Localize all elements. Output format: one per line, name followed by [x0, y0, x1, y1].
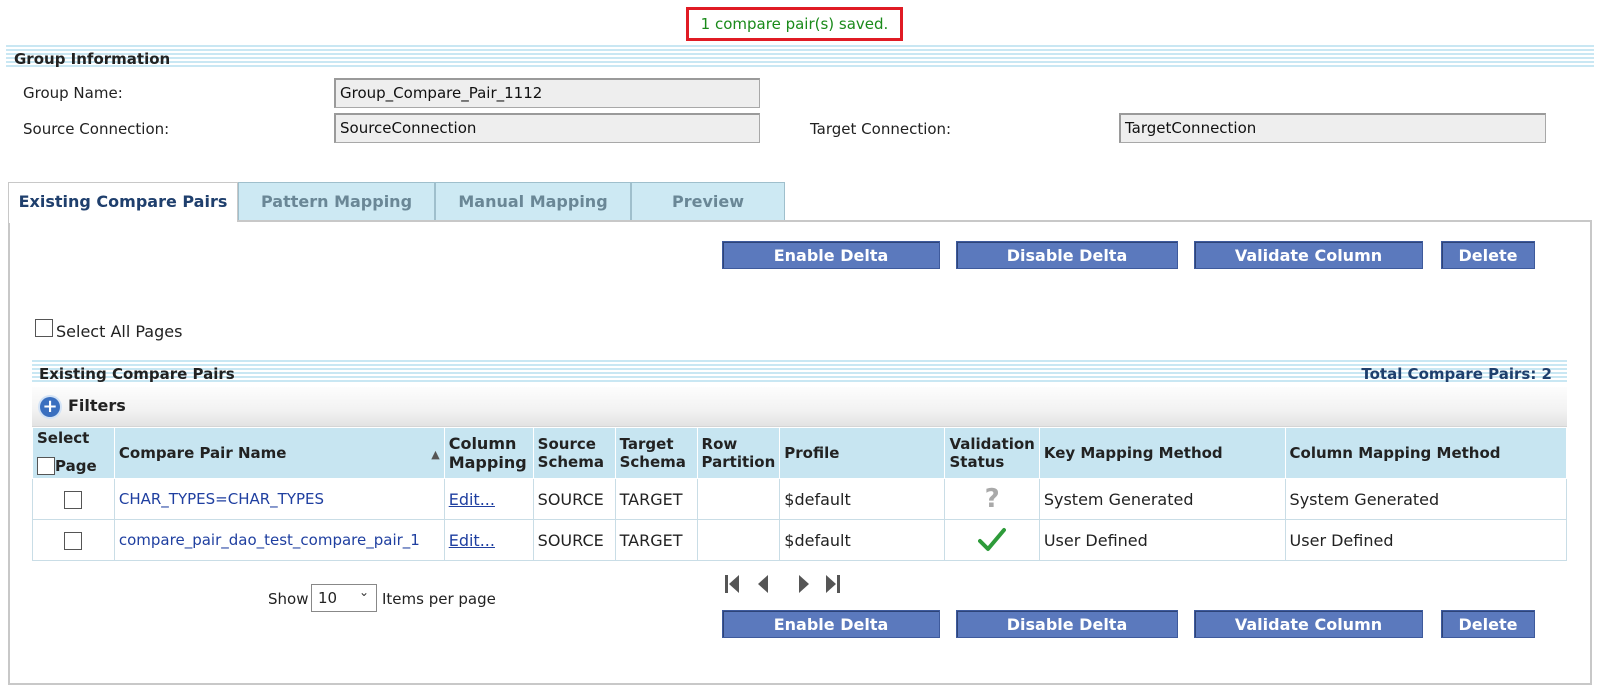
- edit-column-mapping-link[interactable]: Edit...: [449, 490, 495, 509]
- key-mapping-method-cell: User Defined: [1038, 519, 1286, 561]
- delete-button-bottom[interactable]: Delete: [1441, 610, 1535, 638]
- select-column-header: Select Page: [32, 427, 115, 479]
- edit-column-mapping-link[interactable]: Edit...: [449, 531, 495, 550]
- profile-cell: $default: [779, 519, 946, 561]
- compare-pair-name-link[interactable]: CHAR_TYPES=CHAR_TYPES: [113, 478, 445, 520]
- compare-pair-name-link[interactable]: compare_pair_dao_test_compare_pair_1: [113, 519, 445, 561]
- table-header-row: Select Page Compare Pair Name ▲ Column M…: [32, 427, 1568, 479]
- select-all-pages-label: Select All Pages: [56, 322, 183, 341]
- delete-button-top[interactable]: Delete: [1441, 241, 1535, 269]
- show-label: Show: [268, 590, 309, 608]
- group-info-title: Group Information: [14, 50, 171, 68]
- disable-delta-button-top[interactable]: Disable Delta Processing: [956, 241, 1178, 293]
- source-schema-cell: SOURCE: [532, 519, 616, 561]
- group-name-label: Group Name:: [23, 84, 123, 102]
- compare-pairs-header: [32, 360, 1567, 384]
- target-schema-header: Target Schema: [614, 427, 698, 479]
- row-partition-header: Row Partition: [696, 427, 781, 479]
- key-mapping-method-header: Key Mapping Method: [1038, 427, 1286, 479]
- page-header-label: Page: [55, 457, 97, 475]
- question-icon: ?: [984, 484, 1000, 514]
- source-connection-label: Source Connection:: [23, 120, 170, 138]
- next-page-icon[interactable]: [797, 573, 811, 595]
- group-name-field[interactable]: Group_Compare_Pair_1112: [334, 78, 760, 108]
- key-mapping-method-cell: System Generated: [1038, 478, 1286, 520]
- items-per-page-label: Items per page: [382, 590, 496, 608]
- validate-column-mapping-button-bottom[interactable]: Validate Column Mapping: [1194, 610, 1423, 662]
- plus-icon[interactable]: +: [40, 397, 60, 417]
- chevron-down-icon[interactable]: ⌄: [359, 585, 369, 599]
- validation-status-cell: [944, 519, 1040, 561]
- select-all-pages-checkbox[interactable]: [35, 319, 53, 337]
- profile-cell: $default: [779, 478, 946, 520]
- profile-header: Profile: [779, 427, 946, 479]
- save-notification: 1 compare pair(s) saved.: [686, 7, 903, 41]
- target-schema-cell: TARGET: [614, 519, 698, 561]
- row-partition-cell: [696, 478, 781, 520]
- last-page-icon[interactable]: [825, 573, 841, 595]
- target-connection-label: Target Connection:: [810, 120, 952, 138]
- table-row: CHAR_TYPES=CHAR_TYPES Edit... SOURCE TAR…: [32, 478, 1568, 520]
- target-schema-cell: TARGET: [614, 478, 698, 520]
- table-row: compare_pair_dao_test_compare_pair_1 Edi…: [32, 519, 1568, 561]
- source-connection-field[interactable]: SourceConnection: [334, 113, 760, 143]
- compare-pairs-title: Existing Compare Pairs: [39, 365, 235, 383]
- enable-delta-button-top[interactable]: Enable Delta Processing: [722, 241, 940, 293]
- compare-pair-name-header[interactable]: Compare Pair Name ▲: [113, 427, 445, 479]
- first-page-icon[interactable]: [724, 573, 740, 595]
- disable-delta-button-bottom[interactable]: Disable Delta Processing: [956, 610, 1178, 662]
- total-compare-pairs: Total Compare Pairs: 2: [1361, 365, 1552, 383]
- source-schema-cell: SOURCE: [532, 478, 616, 520]
- validation-status-cell: ?: [944, 478, 1040, 520]
- filters-bar[interactable]: [32, 387, 1567, 427]
- validate-column-mapping-button-top[interactable]: Validate Column Mapping: [1194, 241, 1423, 293]
- source-schema-header: Source Schema: [532, 427, 616, 479]
- tab-existing-compare-pairs[interactable]: Existing Compare Pairs: [8, 182, 238, 222]
- column-mapping-header: Column Mapping: [443, 427, 534, 479]
- column-mapping-method-header: Column Mapping Method: [1284, 427, 1568, 479]
- column-mapping-method-cell: System Generated: [1284, 478, 1568, 520]
- tab-pattern-mapping[interactable]: Pattern Mapping: [238, 182, 435, 220]
- previous-page-icon[interactable]: [756, 573, 770, 595]
- select-page-checkbox[interactable]: [37, 457, 55, 475]
- target-connection-field[interactable]: TargetConnection: [1119, 113, 1546, 143]
- compare-pairs-table: Select Page Compare Pair Name ▲ Column M…: [32, 427, 1568, 561]
- sort-ascending-icon[interactable]: ▲: [431, 448, 439, 461]
- row-partition-cell: [696, 519, 781, 561]
- column-mapping-method-cell: User Defined: [1284, 519, 1568, 561]
- filters-label[interactable]: Filters: [68, 396, 126, 415]
- enable-delta-button-bottom[interactable]: Enable Delta Processing: [722, 610, 940, 662]
- compare-pair-name-header-label: Compare Pair Name: [118, 444, 287, 462]
- group-info-header: [6, 45, 1594, 69]
- select-header-label: Select: [37, 429, 90, 447]
- row-select-checkbox[interactable]: [64, 490, 83, 509]
- tab-manual-mapping[interactable]: Manual Mapping: [435, 182, 631, 220]
- row-select-checkbox[interactable]: [64, 531, 83, 550]
- checkmark-icon: [978, 528, 1007, 551]
- tab-preview[interactable]: Preview: [631, 182, 785, 220]
- validation-status-header: Validation Status: [944, 427, 1040, 479]
